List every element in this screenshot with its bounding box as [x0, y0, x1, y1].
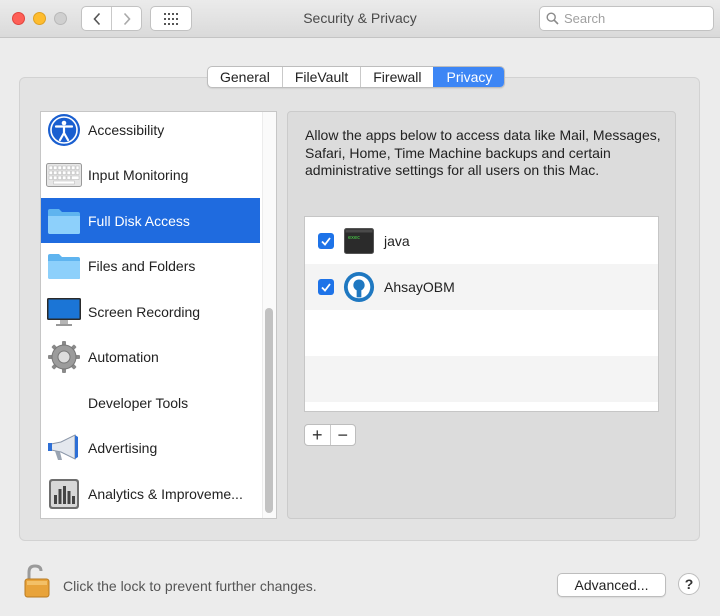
- window-title: Security & Privacy: [303, 10, 417, 26]
- category-files-and-folders[interactable]: Files and Folders: [41, 243, 260, 288]
- lock-icon[interactable]: [22, 563, 52, 599]
- tab-firewall[interactable]: Firewall: [360, 67, 433, 87]
- app-enabled-checkbox[interactable]: [318, 279, 334, 295]
- tab-privacy[interactable]: Privacy: [433, 67, 505, 87]
- advanced-button[interactable]: Advanced...: [557, 573, 666, 597]
- chevron-right-icon: [123, 12, 131, 25]
- app-row-ahsayobm[interactable]: AhsayOBM: [305, 264, 658, 310]
- folder-icon: [46, 248, 82, 284]
- show-all-button[interactable]: [150, 6, 192, 31]
- category-label: Screen Recording: [88, 303, 201, 320]
- privacy-category-list[interactable]: Accessibility Input Monitoring Full Disk…: [40, 111, 277, 519]
- search-input[interactable]: [564, 11, 704, 26]
- category-label: Developer Tools: [88, 394, 189, 411]
- app-row-java[interactable]: exec java: [305, 218, 658, 264]
- back-button[interactable]: [82, 7, 111, 30]
- accessibility-icon: [46, 112, 82, 148]
- add-app-button[interactable]: +: [305, 425, 330, 445]
- megaphone-icon: [46, 430, 82, 466]
- search-field[interactable]: [539, 6, 714, 31]
- category-accessibility[interactable]: Accessibility: [41, 112, 260, 152]
- grid-icon: [164, 12, 178, 25]
- category-label: Files and Folders: [88, 257, 196, 274]
- terminal-icon: exec: [343, 225, 375, 257]
- title-bar: Security & Privacy: [0, 0, 720, 38]
- ahsay-icon: [343, 271, 375, 303]
- forward-button[interactable]: [111, 7, 141, 30]
- app-name: AhsayOBM: [384, 279, 455, 295]
- category-label: Analytics & Improveme...: [88, 485, 243, 502]
- category-developer-tools[interactable]: Developer Tools: [41, 380, 260, 425]
- app-row-empty: [305, 356, 658, 402]
- category-label: Automation: [88, 348, 159, 365]
- folder-icon: [46, 203, 82, 239]
- tab-bar: General FileVault Firewall Privacy: [207, 66, 506, 88]
- analytics-icon: [46, 476, 82, 512]
- category-automation[interactable]: Automation: [41, 334, 260, 379]
- category-advertising[interactable]: Advertising: [41, 425, 260, 470]
- close-window-button[interactable]: [12, 12, 25, 25]
- app-row-empty: [305, 310, 658, 356]
- category-analytics[interactable]: Analytics & Improveme...: [41, 471, 260, 516]
- category-scrollbar-thumb[interactable]: [265, 308, 273, 513]
- display-icon: [46, 294, 82, 330]
- lock-status-text: Click the lock to prevent further change…: [63, 578, 317, 594]
- tab-general[interactable]: General: [208, 67, 282, 87]
- app-name: java: [384, 233, 410, 249]
- category-full-disk-access[interactable]: Full Disk Access: [41, 198, 260, 243]
- tab-filevault[interactable]: FileVault: [281, 67, 360, 87]
- category-input-monitoring[interactable]: Input Monitoring: [41, 152, 260, 197]
- category-label: Input Monitoring: [88, 166, 189, 183]
- keyboard-icon: [46, 157, 82, 193]
- developer-tools-icon: [46, 385, 82, 421]
- remove-app-button[interactable]: −: [329, 425, 356, 445]
- category-screen-recording[interactable]: Screen Recording: [41, 289, 260, 334]
- zoom-window-button[interactable]: [54, 12, 67, 25]
- category-label: Accessibility: [88, 121, 165, 138]
- help-button[interactable]: ?: [678, 573, 700, 595]
- app-enabled-checkbox[interactable]: [318, 233, 334, 249]
- navigation-buttons: [81, 6, 142, 31]
- search-icon: [546, 12, 559, 25]
- add-remove-buttons: + −: [304, 424, 356, 446]
- category-label: Full Disk Access: [88, 212, 190, 229]
- access-description: Allow the apps below to access data like…: [305, 127, 661, 178]
- checkmark-icon: [321, 236, 331, 246]
- chevron-left-icon: [92, 12, 100, 25]
- gear-icon: [46, 339, 82, 375]
- app-list[interactable]: exec java AhsayOBM: [304, 216, 659, 412]
- minimize-window-button[interactable]: [33, 12, 46, 25]
- svg-text:exec: exec: [348, 235, 360, 241]
- checkmark-icon: [321, 282, 331, 292]
- category-label: Advertising: [88, 439, 158, 456]
